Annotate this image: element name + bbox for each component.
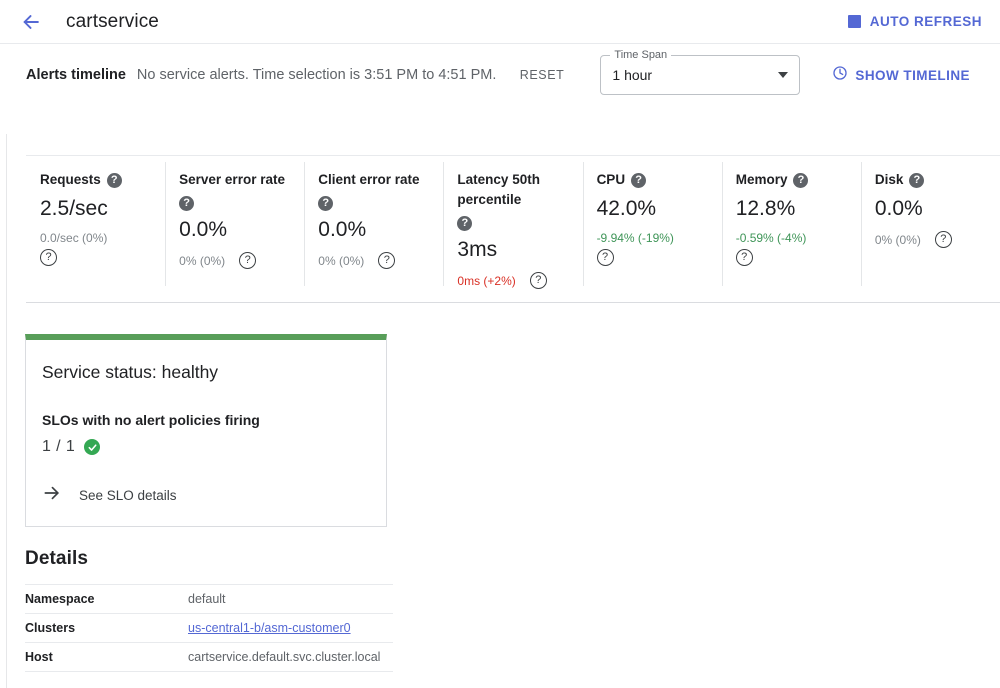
metric-footer: 0% (0%) ? xyxy=(179,252,288,269)
metric-header: Disk ? xyxy=(875,170,984,190)
metric-footer: 0ms (+2%) ? xyxy=(457,272,566,289)
arrow-right-icon xyxy=(42,483,62,508)
metric-value: 12.8% xyxy=(735,197,796,220)
metric-footer: -9.94% (-19%) ? xyxy=(596,231,706,266)
metric-label: Disk xyxy=(874,172,904,187)
details-value: cartservice.default.svc.cluster.local xyxy=(188,650,381,664)
help-outline-icon[interactable]: ? xyxy=(934,231,952,248)
chevron-down-icon[interactable] xyxy=(778,72,789,78)
cluster-link[interactable]: us-central1-b/asm-customer0 xyxy=(188,621,351,635)
metrics-summary-row: Requests ? 2.5/sec 0.0/sec (0%) ? Server… xyxy=(26,155,1000,303)
help-filled-icon[interactable]: ? xyxy=(631,172,647,188)
see-slo-details-label: See SLO details xyxy=(79,488,177,503)
details-key: Namespace xyxy=(25,592,95,606)
table-row: Clusters us-central1-b/asm-customer0 xyxy=(25,614,393,643)
help-filled-icon[interactable]: ? xyxy=(793,172,809,188)
app-bar: cartservice AUTO REFRESH xyxy=(0,0,1000,44)
metric-header: Client error rate ? xyxy=(318,170,427,211)
metric-card-client-error-rate[interactable]: Client error rate ? 0.0% 0% (0%) ? xyxy=(304,156,443,302)
metric-footer: 0.0/sec (0%) ? xyxy=(40,231,149,266)
metric-card-requests[interactable]: Requests ? 2.5/sec 0.0/sec (0%) ? xyxy=(26,156,165,302)
details-value: us-central1-b/asm-customer0 xyxy=(188,614,393,643)
page-title: cartservice xyxy=(66,10,159,32)
alerts-timeline-bar: Alerts timeline No service alerts. Time … xyxy=(0,44,1000,106)
metric-label: Server error rate xyxy=(179,172,285,187)
details-key: Host xyxy=(25,650,53,664)
metric-header: Server error rate ? xyxy=(179,170,288,211)
metric-label: CPU xyxy=(596,172,626,187)
metric-header: Latency 50th percentile ? xyxy=(457,170,566,231)
metric-footer: 0% (0%) ? xyxy=(318,252,427,269)
help-outline-icon[interactable]: ? xyxy=(40,249,57,266)
alerts-timeline-title: Alerts timeline xyxy=(26,67,126,83)
help-outline-icon[interactable]: ? xyxy=(529,272,547,289)
time-span-legend: Time Span xyxy=(610,49,672,61)
metric-label: Latency 50th percentile xyxy=(457,172,540,207)
metric-card-disk[interactable]: Disk ? 0.0% 0% (0%) ? xyxy=(860,156,1000,302)
table-row: Host cartservice.default.svc.cluster.loc… xyxy=(25,643,393,672)
auto-refresh-toggle[interactable]: AUTO REFRESH xyxy=(847,14,986,29)
show-timeline-label: SHOW TIMELINE xyxy=(855,67,970,83)
help-filled-icon[interactable]: ? xyxy=(318,196,334,211)
service-status-heading: Service status: healthy xyxy=(42,362,219,382)
metric-card-cpu[interactable]: CPU ? 42.0% -9.94% (-19%) ? xyxy=(582,156,722,302)
time-span-value: 1 hour xyxy=(612,67,653,83)
show-timeline-button[interactable]: SHOW TIMELINE xyxy=(826,61,976,90)
reset-button[interactable]: RESET xyxy=(512,62,573,88)
service-status-card: Service status: healthy SLOs with no ale… xyxy=(25,334,387,527)
check-circle-icon xyxy=(84,439,101,455)
metric-footer: 0% (0%) ? xyxy=(875,231,984,248)
metric-label: Client error rate xyxy=(318,172,420,187)
metric-value: 3ms xyxy=(457,238,498,261)
content-left-rail xyxy=(6,134,7,688)
metric-card-latency-50th-percentile[interactable]: Latency 50th percentile ? 3ms 0ms (+2%) … xyxy=(443,156,582,302)
slo-count: 1 / 1 xyxy=(42,438,76,455)
metric-card-server-error-rate[interactable]: Server error rate ? 0.0% 0% (0%) ? xyxy=(165,156,304,302)
details-key: Clusters xyxy=(25,621,76,635)
metric-header: Memory ? xyxy=(736,170,845,190)
metric-delta: 0% (0%) xyxy=(179,253,226,268)
details-value: default xyxy=(188,592,226,606)
metric-delta: -0.59% (-4%) xyxy=(735,231,807,245)
help-outline-icon[interactable]: ? xyxy=(378,252,396,269)
slo-status-row: 1 / 1 xyxy=(42,438,370,456)
metric-card-memory[interactable]: Memory ? 12.8% -0.59% (-4%) ? xyxy=(721,156,861,302)
metric-delta: 0% (0%) xyxy=(318,253,365,268)
metric-delta: 0% (0%) xyxy=(874,232,921,247)
see-slo-details-link[interactable]: See SLO details xyxy=(42,483,370,508)
back-button[interactable] xyxy=(14,5,48,39)
metric-delta: 0.0/sec (0%) xyxy=(40,231,108,245)
help-filled-icon[interactable]: ? xyxy=(179,196,195,211)
details-table: Namespace default Clusters us-central1-b… xyxy=(25,584,393,672)
metric-footer: -0.59% (-4%) ? xyxy=(735,231,845,266)
arrow-left-icon xyxy=(20,11,42,33)
help-outline-icon[interactable]: ? xyxy=(735,249,753,266)
help-outline-icon[interactable]: ? xyxy=(239,252,257,269)
slo-label: SLOs with no alert policies firing xyxy=(42,412,260,428)
help-filled-icon[interactable]: ? xyxy=(106,172,122,188)
metric-value: 2.5/sec xyxy=(40,197,108,220)
help-filled-icon[interactable]: ? xyxy=(457,216,473,231)
metric-label: Requests xyxy=(40,172,101,187)
clock-icon xyxy=(832,65,848,86)
help-outline-icon[interactable]: ? xyxy=(596,249,614,266)
metric-delta: -9.94% (-19%) xyxy=(596,231,674,245)
time-span-select[interactable]: Time Span 1 hour xyxy=(600,49,801,95)
auto-refresh-label: AUTO REFRESH xyxy=(869,14,982,29)
metric-value: 42.0% xyxy=(596,197,657,220)
metric-value: 0.0% xyxy=(874,197,923,220)
metric-delta: 0ms (+2%) xyxy=(457,273,516,288)
alerts-timeline-message: No service alerts. Time selection is 3:5… xyxy=(136,67,497,83)
metric-header: Requests ? xyxy=(40,170,149,190)
details-title: Details xyxy=(25,548,89,569)
metric-label: Memory xyxy=(735,172,788,187)
details-section: Details Namespace default Clusters us-ce… xyxy=(25,548,393,672)
metric-value: 0.0% xyxy=(318,218,367,241)
checkbox-icon[interactable] xyxy=(847,15,861,28)
metric-value: 0.0% xyxy=(179,218,228,241)
table-row: Namespace default xyxy=(25,584,393,614)
metric-header: CPU ? xyxy=(597,170,706,190)
help-filled-icon[interactable]: ? xyxy=(909,172,925,188)
service-status-card-body: Service status: healthy SLOs with no ale… xyxy=(26,340,386,526)
